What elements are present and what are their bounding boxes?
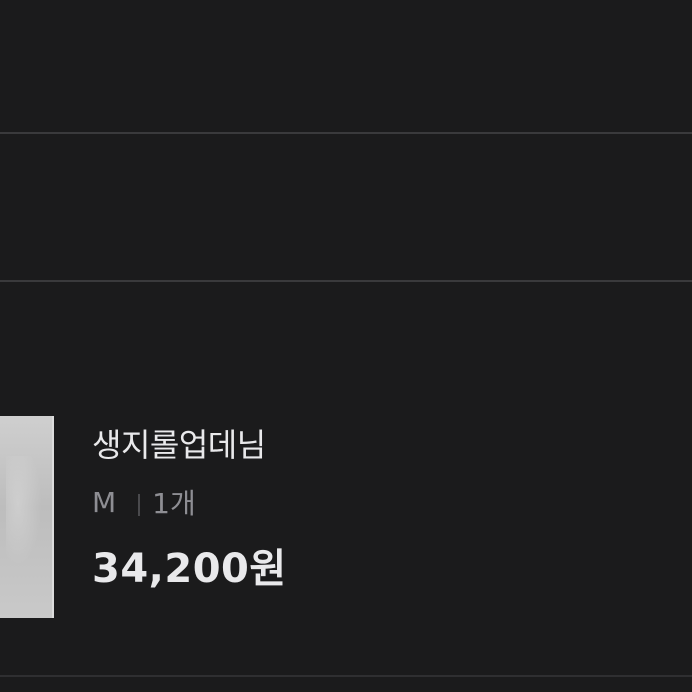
header-area xyxy=(0,0,692,132)
product-options: M 1개 xyxy=(92,482,196,522)
option-quantity: 1개 xyxy=(152,487,196,520)
option-size: M xyxy=(92,485,117,519)
product-name[interactable]: 생지롤업데님 xyxy=(92,420,266,466)
product-price: 34,200원 xyxy=(92,546,287,592)
order-page: 생지롤업데님 M 1개 34,200원 xyxy=(0,0,692,692)
product-thumbnail[interactable] xyxy=(0,416,54,618)
option-separator xyxy=(138,494,141,516)
divider xyxy=(0,675,692,677)
order-item[interactable]: 생지롤업데님 M 1개 34,200원 xyxy=(0,282,692,675)
thumbnail-texture xyxy=(6,456,46,576)
section-area xyxy=(0,134,692,280)
